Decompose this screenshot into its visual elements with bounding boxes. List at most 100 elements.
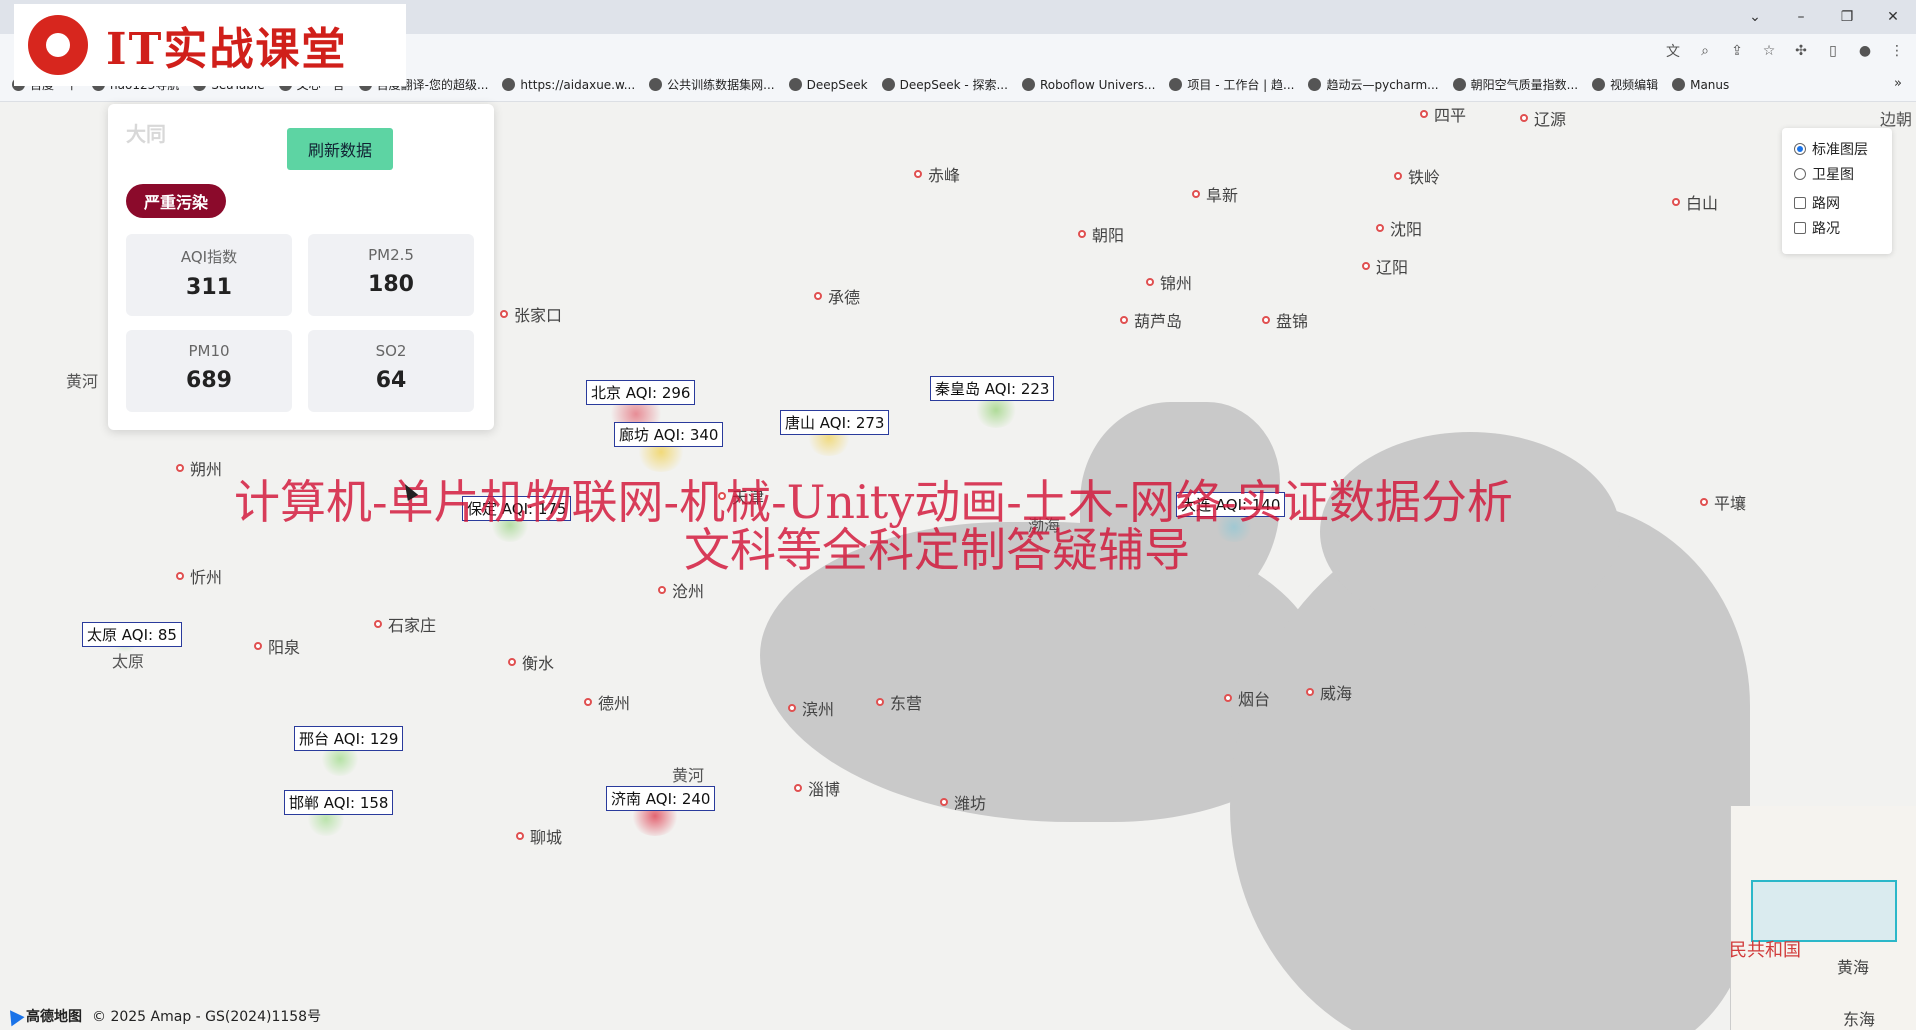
aqi-map-marker[interactable]: 邯郸 AQI: 158 bbox=[284, 790, 394, 815]
bookmark-item[interactable]: Manus bbox=[1672, 78, 1729, 92]
city-marker-icon bbox=[500, 310, 508, 318]
city-marker-icon bbox=[508, 658, 516, 666]
bookmark-item[interactable]: DeepSeek bbox=[788, 77, 868, 92]
checkbox-traffic[interactable] bbox=[1794, 221, 1806, 234]
city-marker-icon bbox=[794, 784, 802, 792]
map-city-label: 赤峰 bbox=[914, 162, 960, 186]
map-region-label: 边朝 bbox=[1880, 110, 1913, 129]
layer-control: 标准图层 卫星图 路网 路况 bbox=[1782, 128, 1892, 254]
map-city-label: 德州 bbox=[584, 690, 630, 714]
city-marker-icon bbox=[516, 832, 524, 840]
layer-label: 路况 bbox=[1812, 220, 1840, 237]
bookmark-item[interactable]: 项目 - 工作台 | 趋... bbox=[1169, 76, 1294, 93]
city-name: 白山 bbox=[1686, 194, 1719, 213]
aqi-map-marker[interactable]: 唐山 AQI: 273 bbox=[780, 410, 890, 435]
sidebar-icon[interactable]: ▯ bbox=[1822, 40, 1844, 62]
city-name: 铁岭 bbox=[1408, 168, 1441, 187]
minimap-viewport[interactable] bbox=[1751, 880, 1897, 942]
bookmark-label: DeepSeek bbox=[806, 77, 868, 92]
metric-card-so2: SO2 64 bbox=[308, 330, 474, 412]
city-name: 辽阳 bbox=[1376, 258, 1409, 277]
restore-icon[interactable]: ❐ bbox=[1824, 0, 1870, 34]
city-marker-icon bbox=[1120, 316, 1128, 324]
map-city-label: 朔州 bbox=[176, 456, 222, 480]
map-city-label: 张家口 bbox=[500, 302, 562, 326]
city-marker-icon bbox=[176, 572, 184, 580]
translate-icon[interactable]: 文 bbox=[1662, 40, 1684, 62]
overview-minimap[interactable]: 民共和国 黄海 东海 bbox=[1730, 806, 1916, 1030]
watermark-line-2: 文科等全科定制答疑辅导 bbox=[684, 523, 1190, 577]
zoom-icon[interactable]: ⌕ bbox=[1694, 40, 1716, 62]
chevron-down-icon[interactable]: ⌄ bbox=[1732, 0, 1778, 34]
share-icon[interactable]: ⇪ bbox=[1726, 40, 1748, 62]
minimize-icon[interactable]: – bbox=[1778, 0, 1824, 34]
layer-option-satellite[interactable]: 卫星图 bbox=[1794, 161, 1880, 186]
city-name: 朝阳 bbox=[1092, 226, 1125, 245]
map-city-label: 沧州 bbox=[658, 578, 704, 602]
metric-label: AQI指数 bbox=[180, 248, 238, 266]
metric-label: PM10 bbox=[188, 342, 230, 360]
metric-value: 689 bbox=[186, 368, 232, 393]
star-icon[interactable]: ☆ bbox=[1758, 40, 1780, 62]
screenshot-root: { "browser": { "window_controls": [ {"na… bbox=[0, 0, 1916, 1030]
map-city-label: 忻州 bbox=[176, 564, 222, 588]
aqi-map-marker[interactable]: 秦皇岛 AQI: 223 bbox=[930, 376, 1055, 401]
map-city-label: 锦州 bbox=[1146, 270, 1192, 294]
bookmark-favicon-icon bbox=[1169, 78, 1183, 91]
layer-label: 路网 bbox=[1812, 195, 1840, 212]
bookmark-item[interactable]: 公共训练数据集网... bbox=[649, 76, 775, 93]
aqi-map-marker[interactable]: 北京 AQI: 296 bbox=[586, 380, 696, 405]
map-city-label: 烟台 bbox=[1224, 686, 1270, 710]
city-name: 承德 bbox=[828, 288, 861, 307]
amap-brand: 高德地图 bbox=[26, 1009, 82, 1025]
bookmark-label: Manus bbox=[1690, 77, 1730, 92]
bookmark-item[interactable]: DeepSeek - 探索... bbox=[881, 76, 1008, 93]
close-icon[interactable]: ✕ bbox=[1870, 0, 1916, 34]
city-marker-icon bbox=[814, 292, 822, 300]
aqi-map-marker[interactable]: 廊坊 AQI: 340 bbox=[614, 422, 724, 447]
logo-icon bbox=[28, 15, 88, 75]
city-name: 阳泉 bbox=[268, 638, 301, 657]
toolbar-icons: 文 ⌕ ⇪ ☆ ✣ ▯ ● ⋮ bbox=[1662, 40, 1908, 62]
bookmark-item[interactable]: https://aidaxue.w... bbox=[502, 78, 635, 92]
layer-option-traffic[interactable]: 路况 bbox=[1794, 215, 1880, 240]
menu-icon[interactable]: ⋮ bbox=[1886, 40, 1908, 62]
aqi-map-marker[interactable]: 太原 AQI: 85 bbox=[82, 622, 182, 647]
city-marker-icon bbox=[374, 620, 382, 628]
bookmarks-more-button[interactable]: » bbox=[1894, 76, 1902, 91]
layer-label: 标准图层 bbox=[1812, 141, 1868, 158]
bookmark-item[interactable]: 朝阳空气质量指数... bbox=[1452, 76, 1578, 93]
metric-card-aqi: AQI指数 311 bbox=[126, 234, 292, 316]
city-marker-icon bbox=[1192, 190, 1200, 198]
extensions-icon[interactable]: ✣ bbox=[1790, 40, 1812, 62]
radio-satellite[interactable] bbox=[1794, 167, 1806, 180]
aqi-map-marker[interactable]: 邢台 AQI: 129 bbox=[294, 726, 404, 751]
bookmark-label: DeepSeek - 探索... bbox=[899, 78, 1008, 92]
layer-option-standard[interactable]: 标准图层 bbox=[1794, 136, 1880, 161]
city-name: 衡水 bbox=[522, 654, 555, 673]
city-marker-icon bbox=[1306, 688, 1314, 696]
copyright-text: © 2025 Amap - GS(2024)1158号 bbox=[92, 1009, 322, 1025]
profile-icon[interactable]: ● bbox=[1854, 40, 1876, 62]
city-marker-icon bbox=[1146, 278, 1154, 286]
radio-standard[interactable] bbox=[1794, 142, 1806, 155]
bookmark-label: 视频编辑 bbox=[1610, 78, 1659, 92]
map-city-label: 辽阳 bbox=[1362, 254, 1408, 278]
metric-label: SO2 bbox=[375, 342, 407, 360]
refresh-data-button[interactable]: 刷新数据 bbox=[287, 128, 393, 170]
aqi-map-marker[interactable]: 济南 AQI: 240 bbox=[606, 786, 716, 811]
map-city-label: 阜新 bbox=[1192, 182, 1238, 206]
minimap-country-label: 民共和国 bbox=[1730, 940, 1801, 961]
amap-logo[interactable]: 高德地图 bbox=[3, 1005, 82, 1027]
bookmark-favicon-icon bbox=[1021, 78, 1035, 91]
layer-option-roads[interactable]: 路网 bbox=[1794, 190, 1880, 215]
bookmark-item[interactable]: Roboflow Univers... bbox=[1021, 78, 1155, 92]
bookmark-item[interactable]: 视频编辑 bbox=[1592, 76, 1658, 93]
checkbox-roads[interactable] bbox=[1794, 196, 1806, 209]
map-footer: 高德地图 © 2025 Amap - GS(2024)1158号 bbox=[0, 1004, 321, 1028]
city-name: 石家庄 bbox=[388, 616, 437, 635]
amap-arrow-icon bbox=[3, 1005, 25, 1027]
map-city-label: 石家庄 bbox=[374, 612, 436, 636]
city-marker-icon bbox=[1362, 262, 1370, 270]
bookmark-item[interactable]: 趋动云—pycharm... bbox=[1308, 76, 1439, 93]
